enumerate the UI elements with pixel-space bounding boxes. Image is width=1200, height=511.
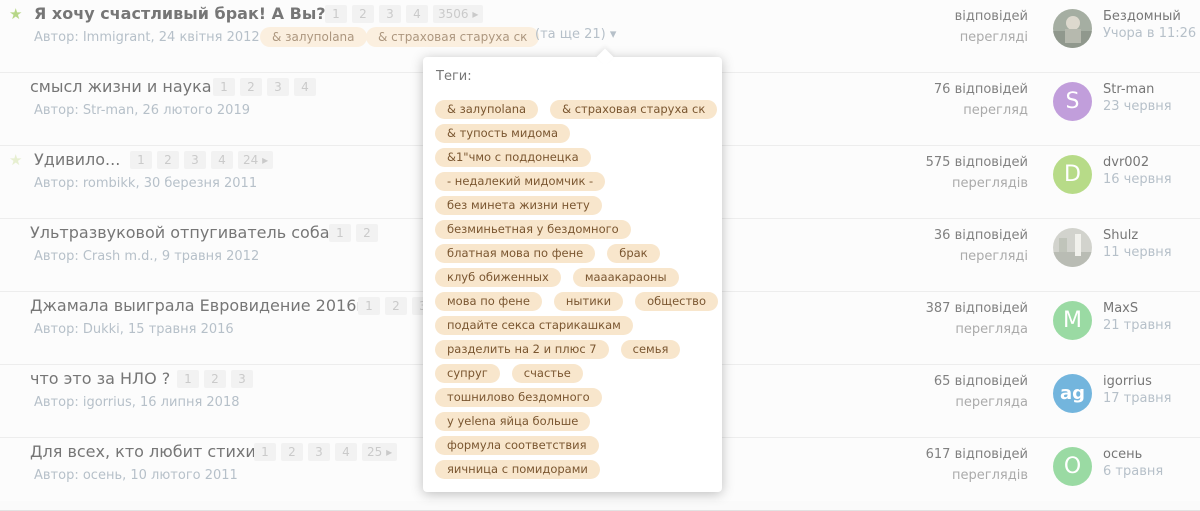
dropdown-tag[interactable]: формула соответствия [435,436,599,455]
tags-dropdown-list: & залупоlana & страховая старуха ск & тупо… [435,100,720,479]
dropdown-tag[interactable]: нытики [553,292,624,311]
dropdown-tag[interactable]: разделить на 2 и плюс 7 [435,340,609,359]
dropdown-tag[interactable]: подайте секса старикашкам [435,316,633,335]
dropdown-tag[interactable]: брак [607,244,660,263]
dropdown-tag[interactable]: тошнилово бездомного [435,388,602,407]
tags-dropdown: Теги: & залупоlana & страховая старуха ск… [423,57,722,492]
dropdown-tag[interactable]: & страховая старуха ск [550,100,718,119]
dropdown-tag[interactable]: мова по фене [435,292,542,311]
dropdown-tag[interactable]: мааакараоны [572,268,679,287]
dropdown-tag[interactable]: у yelena яйца больше [435,412,591,431]
dropdown-tag[interactable]: клуб обиженных [435,268,561,287]
dropdown-tag[interactable]: - недалекий мидомчик - [435,172,606,191]
dropdown-tag[interactable]: &1"чмо с поддонецка [435,148,591,167]
dropdown-tag[interactable]: безминьетная у бездомного [435,220,631,239]
dropdown-tag[interactable]: супруг [435,364,500,383]
dropdown-tag[interactable]: & тупость мидома [435,124,570,143]
dropdown-tag[interactable]: семья [620,340,681,359]
tags-dropdown-title: Теги: [436,69,472,84]
dropdown-tag[interactable]: счастье [511,364,583,383]
dropdown-tag[interactable]: без минета жизни нету [435,196,602,215]
dropdown-tag[interactable]: & залупоlana [435,100,539,119]
dropdown-tag[interactable]: общество [635,292,718,311]
dropdown-tag[interactable]: блатная мова по фене [435,244,596,263]
dropdown-tag[interactable]: яичница с помидорами [435,460,600,479]
